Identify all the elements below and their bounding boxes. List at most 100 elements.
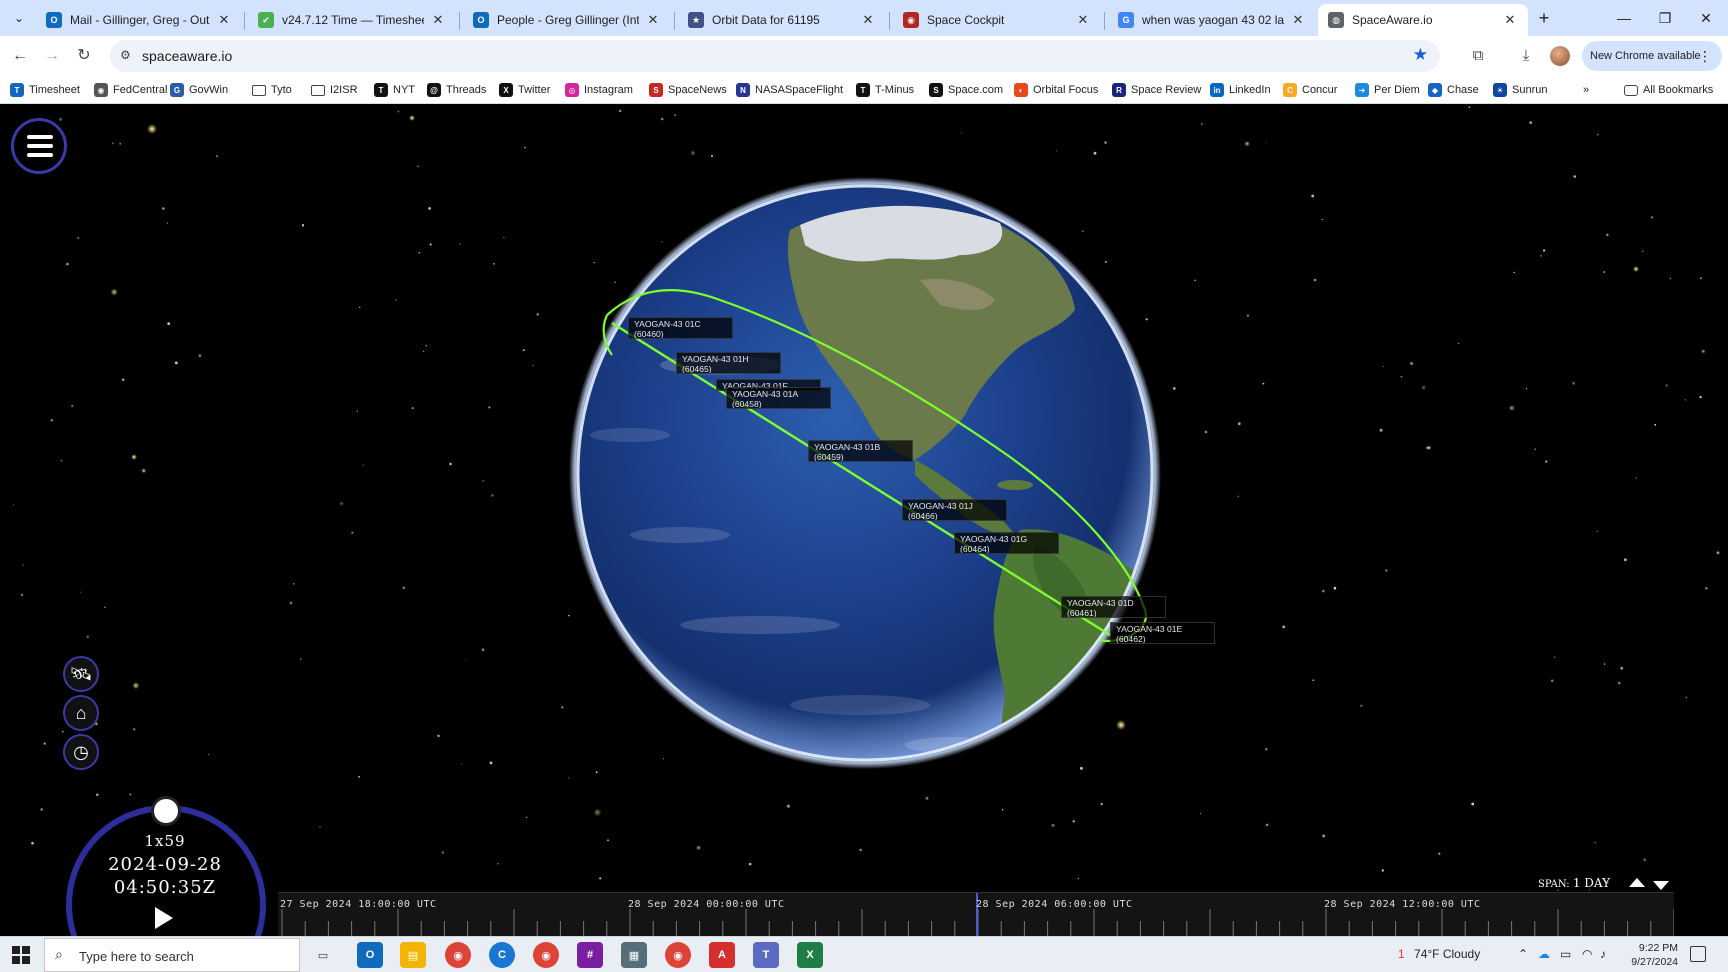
- bookmark-star-icon[interactable]: ★: [1413, 45, 1428, 65]
- bookmark-item[interactable]: ➜ Per Diem: [1355, 81, 1420, 99]
- system-clock[interactable]: 9:22 PM 9/27/2024: [1614, 941, 1678, 969]
- tab-search-chevron-icon[interactable]: ⌄: [8, 7, 30, 29]
- scene-canvas[interactable]: [0, 105, 1728, 936]
- chrome-icon[interactable]: ◉: [445, 942, 471, 968]
- back-button[interactable]: ←: [8, 44, 32, 68]
- bookmark-item[interactable]: ◉ FedCentral: [94, 81, 167, 99]
- span-decrease-icon[interactable]: [1653, 881, 1669, 890]
- bookmark-item[interactable]: in LinkedIn: [1210, 81, 1271, 99]
- satellite-label[interactable]: YAOGAN-43 01E (60462): [1110, 622, 1215, 644]
- star: [1116, 720, 1126, 730]
- bookmark-item[interactable]: ☀ Sunrun: [1493, 81, 1547, 99]
- play-button[interactable]: [155, 907, 173, 929]
- bookmark-item[interactable]: T Timesheet: [10, 81, 80, 99]
- bookmarks-overflow-button[interactable]: »: [1583, 81, 1589, 99]
- site-info-icon[interactable]: ⚙: [120, 48, 131, 62]
- close-icon[interactable]: ✕: [860, 12, 876, 28]
- url-text[interactable]: spaceaware.io: [142, 48, 232, 64]
- satellite-label[interactable]: YAOGAN-43 01A (60458): [726, 387, 831, 409]
- chrome-icon[interactable]: ◉: [533, 942, 559, 968]
- clock-icon[interactable]: ◷: [63, 734, 99, 770]
- bookmark-item[interactable]: S Space.com: [929, 81, 1003, 99]
- avatar[interactable]: [1550, 46, 1570, 66]
- satellite-label[interactable]: YAOGAN-43 01D (60461): [1061, 596, 1166, 618]
- bookmark-item[interactable]: X Twitter: [499, 81, 550, 99]
- space-viewer[interactable]: YAOGAN-43 01C (60460) YAOGAN-43 01H (60465…: [0, 105, 1728, 936]
- calculator-icon[interactable]: ▦: [621, 942, 647, 968]
- task-view-icon[interactable]: ▭: [310, 942, 336, 968]
- tab-outlook-mail[interactable]: O Mail - Gillinger, Greg - Outlook ✕: [36, 4, 242, 36]
- battery-icon[interactable]: ▭: [1560, 947, 1571, 961]
- windows-start-icon[interactable]: [12, 946, 30, 964]
- restore-button[interactable]: ❐: [1645, 4, 1685, 32]
- tray-chevron-icon[interactable]: ⌃: [1518, 947, 1528, 961]
- timeline[interactable]: 27 Sep 2024 18:00:00 UTC 28 Sep 2024 00:…: [278, 892, 1674, 936]
- slack-icon[interactable]: #: [577, 942, 603, 968]
- onedrive-icon[interactable]: ☁: [1538, 947, 1550, 961]
- address-bar[interactable]: ⚙ spaceaware.io ★: [110, 40, 1440, 72]
- forward-button[interactable]: →: [40, 44, 64, 68]
- satellite-label[interactable]: YAOGAN-43 01G (60464): [954, 532, 1059, 554]
- close-icon[interactable]: ✕: [1290, 12, 1306, 28]
- satellite-label[interactable]: YAOGAN-43 01J (60466): [902, 499, 1007, 521]
- hamburger-menu-button[interactable]: [11, 118, 67, 174]
- close-window-button[interactable]: ✕: [1686, 4, 1726, 32]
- file-explorer-icon[interactable]: ▤: [400, 942, 426, 968]
- acrobat-icon[interactable]: A: [709, 942, 735, 968]
- home-icon[interactable]: ⌂: [63, 695, 99, 731]
- bookmark-item[interactable]: I2ISR: [311, 81, 358, 99]
- bookmark-item[interactable]: S SpaceNews: [649, 81, 727, 99]
- tab-google-search[interactable]: G when was yaogan 43 02 launch ✕: [1108, 4, 1316, 36]
- more-vert-icon[interactable]: ⋮: [1698, 41, 1712, 71]
- close-icon[interactable]: ✕: [216, 12, 232, 28]
- new-tab-button[interactable]: +: [1533, 7, 1555, 29]
- bookmark-item[interactable]: ◆ Chase: [1428, 81, 1479, 99]
- sim-time: 04:50:35Z: [113, 877, 217, 898]
- notification-icon[interactable]: [1690, 946, 1706, 962]
- bookmark-item[interactable]: T NYT: [374, 81, 415, 99]
- extensions-icon[interactable]: ⧉: [1466, 44, 1490, 68]
- chrome-icon[interactable]: ◉: [665, 942, 691, 968]
- chrome-update-button[interactable]: New Chrome available ⋮: [1582, 41, 1722, 71]
- star: [568, 777, 570, 779]
- all-bookmarks-button[interactable]: All Bookmarks: [1624, 81, 1713, 99]
- close-icon[interactable]: ✕: [1502, 12, 1518, 28]
- minimize-button[interactable]: —: [1604, 4, 1644, 32]
- tab-orbit-data[interactable]: ★ Orbit Data for 61195 ✕: [678, 4, 886, 36]
- bookmark-item[interactable]: C Concur: [1283, 81, 1337, 99]
- outlook-icon[interactable]: O: [357, 942, 383, 968]
- close-icon[interactable]: ✕: [645, 12, 661, 28]
- satellite-label[interactable]: YAOGAN-43 01C (60460): [628, 317, 733, 339]
- excel-icon[interactable]: X: [797, 942, 823, 968]
- download-icon[interactable]: ⤓: [1514, 44, 1538, 68]
- reload-button[interactable]: ↻: [72, 44, 96, 68]
- star: [339, 501, 344, 507]
- bookmark-item[interactable]: R Space Review: [1112, 81, 1201, 99]
- wifi-icon[interactable]: ◠: [1582, 947, 1592, 961]
- taskbar-search-input[interactable]: ⌕ Type here to search: [44, 938, 300, 972]
- satellite-label[interactable]: YAOGAN-43 01H (60465): [676, 352, 781, 374]
- satellite-label[interactable]: YAOGAN-43 01B (60459): [808, 440, 913, 462]
- copilot-icon[interactable]: C: [489, 942, 515, 968]
- bookmark-item[interactable]: N NASASpaceFlight: [736, 81, 843, 99]
- time-dial-knob[interactable]: [151, 796, 181, 826]
- star: [488, 406, 491, 409]
- span-increase-icon[interactable]: [1629, 878, 1645, 887]
- bookmark-item[interactable]: @ Threads: [427, 81, 486, 99]
- tab-spaceaware[interactable]: ◍ SpaceAware.io ✕: [1318, 4, 1528, 36]
- weather-widget[interactable]: 1 74°F Cloudy: [1398, 947, 1480, 961]
- bookmark-item[interactable]: G GovWin: [170, 81, 228, 99]
- bookmark-item[interactable]: Tyto: [252, 81, 292, 99]
- tab-people[interactable]: O People - Greg Gillinger (Integrit ✕: [463, 4, 671, 36]
- teams-icon[interactable]: T: [753, 942, 779, 968]
- bookmark-item[interactable]: ◎ Instagram: [565, 81, 633, 99]
- bookmark-label: Threads: [446, 84, 487, 96]
- close-icon[interactable]: ✕: [1075, 12, 1091, 28]
- bookmark-item[interactable]: T T-Minus: [856, 81, 914, 99]
- volume-icon[interactable]: ♪: [1600, 947, 1606, 961]
- bookmark-item[interactable]: ◐ Orbital Focus: [1014, 81, 1098, 99]
- satellite-icon[interactable]: 🛰: [63, 656, 99, 692]
- tab-space-cockpit[interactable]: ◉ Space Cockpit ✕: [893, 4, 1101, 36]
- close-icon[interactable]: ✕: [430, 12, 446, 28]
- tab-timesheet[interactable]: ✔ v24.7.12 Time — Timesheet for ✕: [248, 4, 456, 36]
